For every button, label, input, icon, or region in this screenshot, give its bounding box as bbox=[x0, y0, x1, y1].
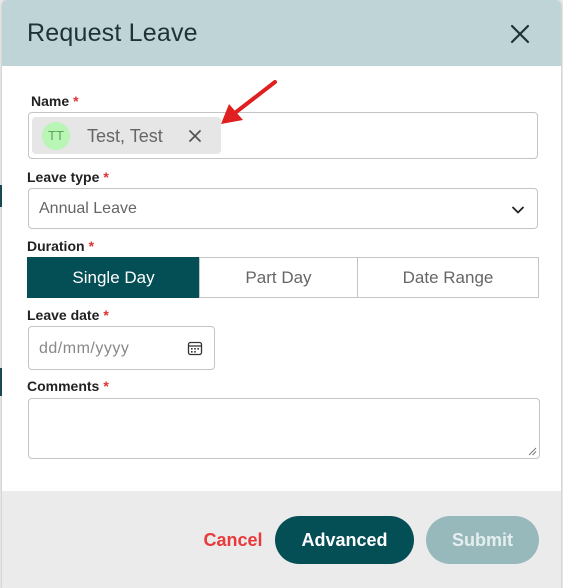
name-label: Name * bbox=[31, 93, 79, 109]
comments-label-text: Comments bbox=[27, 378, 100, 394]
comments-label: Comments * bbox=[27, 378, 109, 394]
leave-date-label-text: Leave date bbox=[27, 307, 100, 323]
leave-date-label: Leave date * bbox=[27, 307, 109, 323]
modal-footer: Cancel Advanced Submit bbox=[2, 491, 561, 588]
advanced-button[interactable]: Advanced bbox=[275, 516, 414, 564]
modal-title: Request Leave bbox=[27, 19, 198, 47]
chip-remove-icon bbox=[189, 130, 201, 142]
required-mark: * bbox=[103, 169, 109, 185]
submit-button[interactable]: Submit bbox=[426, 516, 539, 564]
duration-label: Duration * bbox=[27, 238, 94, 254]
request-leave-modal: Request Leave Name * TT Test, Test Leave … bbox=[2, 0, 561, 588]
cancel-button[interactable]: Cancel bbox=[197, 527, 269, 553]
leave-date-input[interactable]: dd/mm/yyyy bbox=[28, 326, 215, 370]
chip-remove-button[interactable] bbox=[187, 128, 203, 144]
duration-label-text: Duration bbox=[27, 238, 85, 254]
required-mark: * bbox=[103, 378, 109, 394]
duration-option-part-day[interactable]: Part Day bbox=[199, 257, 358, 298]
selected-person-chip: TT Test, Test bbox=[32, 117, 221, 154]
close-button[interactable] bbox=[506, 20, 534, 48]
required-mark: * bbox=[73, 93, 79, 109]
leave-type-label-text: Leave type bbox=[27, 169, 100, 185]
required-mark: * bbox=[88, 238, 95, 254]
comments-textarea[interactable] bbox=[28, 398, 540, 459]
duration-option-single-day[interactable]: Single Day bbox=[27, 257, 200, 298]
calendar-icon[interactable] bbox=[187, 340, 203, 356]
leave-type-value: Annual Leave bbox=[39, 200, 137, 217]
required-mark: * bbox=[103, 307, 109, 323]
name-label-text: Name bbox=[31, 93, 70, 109]
resize-handle-icon[interactable] bbox=[527, 446, 537, 456]
close-icon bbox=[510, 24, 530, 44]
leave-type-select[interactable]: Annual Leave bbox=[28, 188, 538, 229]
annotation-arrow-icon bbox=[221, 80, 277, 124]
chevron-down-icon bbox=[512, 206, 524, 214]
chip-name: Test, Test bbox=[87, 126, 163, 146]
leave-date-placeholder: dd/mm/yyyy bbox=[39, 340, 130, 357]
duration-option-date-range[interactable]: Date Range bbox=[357, 257, 539, 298]
leave-type-label: Leave type * bbox=[27, 169, 109, 185]
modal-header: Request Leave bbox=[2, 0, 561, 66]
avatar: TT bbox=[42, 122, 70, 150]
